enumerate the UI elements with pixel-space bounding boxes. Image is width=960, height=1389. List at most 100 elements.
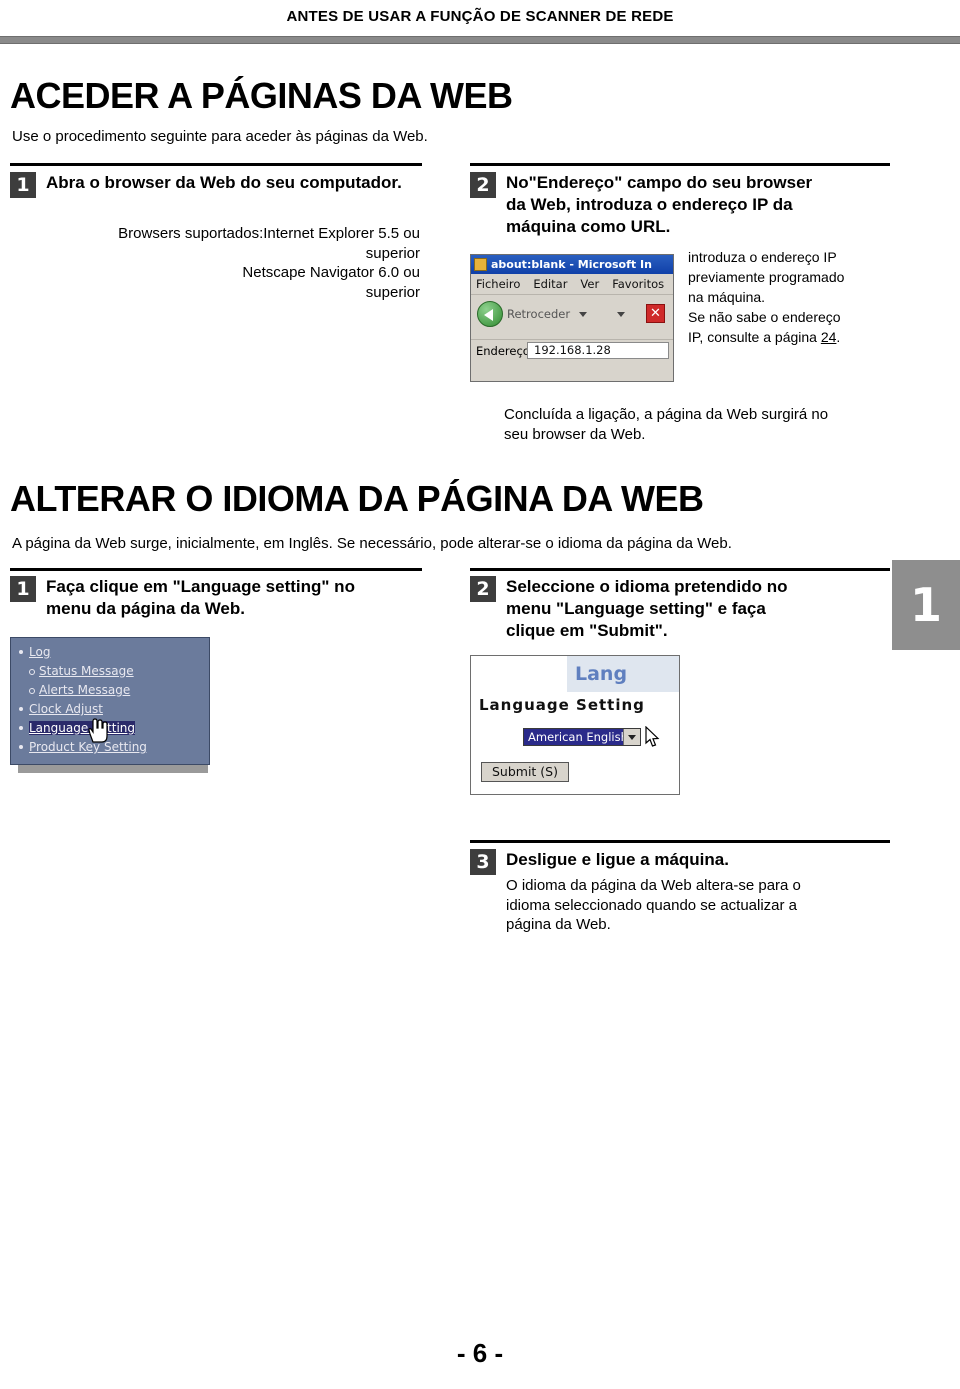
menu-item-label: Log [29, 645, 51, 659]
lang-step3-body-line1: O idioma da página da Web altera-se para… [506, 877, 801, 894]
section2-intro: A página da Web surge, inicialmente, em … [12, 535, 732, 552]
document-page: ANTES DE USAR A FUNÇÃO DE SCANNER DE RED… [0, 0, 960, 1389]
bullet-icon [19, 726, 23, 730]
lang-step1-heading-line1: Faça clique em "Language setting" no [46, 577, 355, 596]
menu-item-label: Status Message [39, 664, 134, 678]
step2-heading: No"Endereço" campo do seu browser da Web… [506, 172, 896, 237]
lang-step1-heading-line2: menu da página da Web. [46, 598, 245, 618]
lang-step2-heading-line2: menu "Language setting" e faça [506, 598, 766, 618]
bullet-icon [19, 650, 23, 654]
step1-heading-text: Abra o browser da Web do seu computador. [46, 173, 402, 192]
step2-rule [470, 163, 890, 166]
address-bar-label: Endereço [476, 344, 530, 358]
running-header: ANTES DE USAR A FUNÇÃO DE SCANNER DE RED… [286, 8, 674, 25]
language-select[interactable]: American English [523, 728, 641, 746]
browser-titlebar: about:blank - Microsoft In [471, 255, 673, 274]
forward-dropdown-chevron-icon[interactable] [617, 312, 625, 317]
lang-step3-body-line3: página da Web. [506, 916, 611, 933]
lang-step2-heading-line1: Seleccione o idioma pretendido no [506, 577, 788, 596]
step1-body-line3: Netscape Navigator 6.0 ou [242, 264, 420, 281]
step2-body-line1: introduza o endereço IP [688, 249, 837, 265]
step2-body-line5-end: . [836, 328, 841, 345]
step2-body-line5-text: IP, consulte a página [688, 328, 821, 345]
page-reference-24: 24 [820, 328, 837, 345]
step1-body-line4: superior [365, 283, 420, 301]
bullet-icon [29, 669, 35, 675]
lang-step3-body-line2: idioma seleccionado quando se actualizar… [506, 896, 798, 914]
browser-address-bar: Endereço 192.168.1.28 [471, 340, 673, 362]
step2-body-line2: previamente programado [688, 268, 845, 285]
menu-list-item[interactable]: Clock Adjust [15, 700, 209, 719]
step-number-2: 2 [470, 172, 496, 198]
step2-body-line4: Se não sabe o endereço [688, 308, 841, 325]
language-select-value: American English [528, 730, 628, 744]
menu-item-label: Alerts Message [39, 683, 131, 697]
menu-list-item[interactable]: Log [15, 643, 209, 662]
lang-step-number-3: 3 [470, 849, 496, 875]
lang-step2-heading-line3: clique em "Submit". [506, 620, 668, 640]
step2-heading-line3: máquina como URL. [506, 216, 671, 236]
section-title-acceder: ACEDER A PÁGINAS DA WEB [10, 75, 513, 116]
browser-title-text: about:blank - Microsoft In [491, 258, 652, 271]
menu-list-item[interactable]: Alerts Message [15, 681, 209, 700]
menu-screenshot-shadow-bottom [18, 765, 208, 773]
lang-step3-heading: Desligue e ligue a máquina. [506, 849, 896, 871]
menu-item-ficheiro[interactable]: Ficheiro [476, 277, 520, 291]
lang-step3-heading-text: Desligue e ligue a máquina. [506, 850, 729, 869]
lang-step3-rule [470, 840, 890, 843]
menu-item-ver[interactable]: Ver [580, 277, 599, 291]
step1-body-line1: Browsers suportados:Internet Explorer 5.… [118, 225, 420, 242]
menu-item-label: Language Setting [29, 721, 136, 735]
bullet-icon [29, 688, 35, 694]
lang-step3-body: O idioma da página da Web altera-se para… [506, 876, 896, 935]
menu-list-item[interactable]: Status Message [15, 662, 209, 681]
step1-body: Browsers suportados:Internet Explorer 5.… [60, 224, 420, 302]
browser-window-screenshot: about:blank - Microsoft In Ficheiro Edita… [470, 254, 674, 382]
back-dropdown-chevron-icon[interactable] [579, 312, 587, 317]
step2-body: introduza o endereço IP previamente prog… [688, 248, 893, 347]
step2-heading-line1: No"Endereço" campo do seu browser [506, 173, 813, 192]
header-divider [0, 36, 960, 44]
section1-intro: Use o procedimento seguinte para aceder … [12, 128, 428, 145]
browser-toolbar: Retroceder ✕ [471, 295, 673, 340]
web-page-menu-screenshot: Log Status Message Alerts Message Clock … [10, 637, 210, 765]
lang-step-number-1: 1 [10, 576, 36, 602]
lang-step2-heading: Seleccione o idioma pretendido no menu "… [506, 576, 896, 641]
step2-heading-line2: da Web, introduza o endereço IP da [506, 194, 793, 214]
step1-rule [10, 163, 422, 166]
step2-body-line3: na máquina. [688, 288, 766, 305]
browser-menubar: Ficheiro Editar Ver Favoritos [471, 274, 673, 295]
stop-icon[interactable]: ✕ [646, 304, 665, 323]
language-setting-screenshot: Lang Language Setting American English S… [470, 655, 680, 795]
back-button-label[interactable]: Retroceder [507, 307, 570, 321]
menu-item-label: Clock Adjust [29, 702, 103, 716]
menu-list-item-language-setting[interactable]: Language Setting [15, 719, 209, 738]
section1-note-line2: seu browser da Web. [504, 425, 646, 443]
browser-app-icon [474, 258, 487, 271]
language-setting-title: Language Setting [479, 696, 645, 714]
lang-step1-rule [10, 568, 422, 571]
chevron-down-icon[interactable] [623, 729, 640, 745]
step2-body-line5: IP, consulte a página 24. [688, 328, 893, 348]
section-title-alterar-idioma: ALTERAR O IDIOMA DA PÁGINA DA WEB [10, 478, 704, 519]
address-input[interactable]: 192.168.1.28 [527, 342, 669, 359]
arrow-cursor-icon [645, 726, 660, 747]
back-icon[interactable] [477, 301, 503, 327]
section1-note: Concluída a ligação, a página da Web sur… [504, 405, 884, 444]
bullet-icon [19, 707, 23, 711]
menu-item-editar[interactable]: Editar [533, 277, 567, 291]
page-chapter-tab: 1 [892, 560, 960, 650]
lang-step-number-2: 2 [470, 576, 496, 602]
menu-list-item[interactable]: Product Key Setting [15, 738, 209, 757]
menu-item-favoritos[interactable]: Favoritos [612, 277, 664, 291]
step1-body-line2: superior [365, 244, 420, 262]
submit-button[interactable]: Submit (S) [481, 762, 569, 782]
bullet-icon [19, 745, 23, 749]
lang-step1-heading: Faça clique em "Language setting" no men… [46, 576, 421, 620]
step1-heading: Abra o browser da Web do seu computador. [46, 172, 416, 194]
section1-note-line1: Concluída a ligação, a página da Web sur… [504, 406, 829, 423]
footer-page-number: - 6 - [456, 1338, 504, 1368]
lang-step2-rule [470, 568, 890, 571]
hand-cursor-icon [88, 718, 108, 743]
step-number-1: 1 [10, 172, 36, 198]
